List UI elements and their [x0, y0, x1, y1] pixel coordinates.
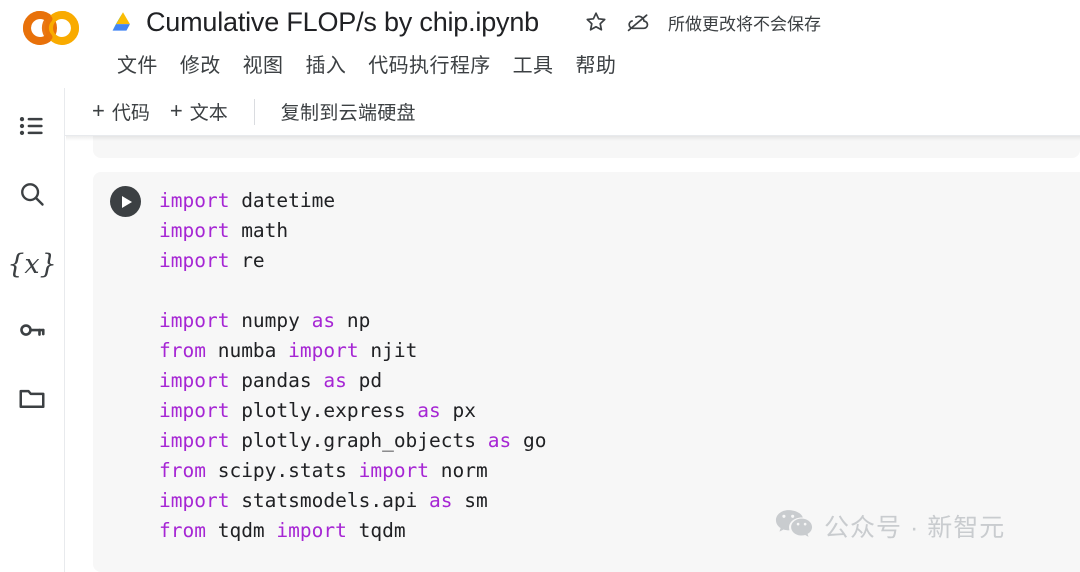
code-keyword: import	[159, 399, 229, 422]
code-keyword: as	[488, 429, 511, 452]
code-text: plotly.graph_objects	[229, 429, 487, 452]
code-editor[interactable]: import datetimeimport mathimport re impo…	[157, 172, 1080, 572]
code-cell[interactable]: import datetimeimport mathimport re impo…	[93, 172, 1080, 572]
code-text: math	[229, 219, 288, 242]
list-bullet-icon	[17, 111, 47, 146]
code-line: import re	[159, 246, 1080, 276]
menubar: 文件 修改 视图 插入 代码执行程序 工具 帮助	[106, 46, 627, 80]
folder-icon	[17, 383, 47, 418]
left-sidebar: {x}	[0, 88, 65, 572]
play-triangle	[122, 196, 132, 208]
code-keyword: import	[359, 459, 429, 482]
code-text: pd	[347, 369, 382, 392]
copy-to-drive-button[interactable]: 复制到云端硬盘	[271, 94, 426, 129]
code-cell-gutter	[93, 172, 157, 572]
code-keyword: as	[312, 309, 335, 332]
code-keyword: import	[159, 429, 229, 452]
code-text: datetime	[229, 189, 335, 212]
save-status-text: 所做更改将不会保存	[668, 10, 821, 35]
key-icon	[17, 315, 47, 350]
code-text: sm	[453, 489, 488, 512]
code-text: pandas	[229, 369, 323, 392]
menu-file[interactable]: 文件	[106, 47, 169, 80]
code-line: import plotly.express as px	[159, 396, 1080, 426]
sidebar-item-secrets[interactable]	[10, 310, 54, 354]
code-text: norm	[429, 459, 488, 482]
colab-logo-icon[interactable]	[18, 8, 84, 48]
colab-window: Cumulative FLOP/s by chip.ipynb 所做更改将不会保…	[0, 0, 1080, 572]
code-keyword: import	[159, 249, 229, 272]
sidebar-item-files[interactable]	[10, 378, 54, 422]
sidebar-item-variables[interactable]: {x}	[10, 242, 54, 286]
code-text: re	[229, 249, 264, 272]
header-actions: 所做更改将不会保存	[582, 4, 821, 40]
menu-insert[interactable]: 插入	[294, 47, 357, 80]
app-header: Cumulative FLOP/s by chip.ipynb 所做更改将不会保…	[0, 0, 1080, 88]
code-text: plotly.express	[229, 399, 417, 422]
code-text: go	[511, 429, 546, 452]
document-title-row[interactable]: Cumulative FLOP/s by chip.ipynb	[110, 2, 539, 42]
code-line: import numpy as np	[159, 306, 1080, 336]
page-title: Cumulative FLOP/s by chip.ipynb	[146, 7, 539, 38]
code-line: from tqdm import tqdm	[159, 516, 1080, 546]
code-keyword: as	[417, 399, 440, 422]
add-text-cell-label: 文本	[190, 98, 228, 125]
variables-braces-x-icon: {x}	[7, 251, 57, 278]
code-keyword: import	[288, 339, 358, 362]
code-line: import statsmodels.api as sm	[159, 486, 1080, 516]
code-keyword: import	[159, 219, 229, 242]
code-line: import pandas as pd	[159, 366, 1080, 396]
code-keyword: from	[159, 519, 206, 542]
play-circle-icon[interactable]	[110, 186, 141, 217]
code-line: from numba import njit	[159, 336, 1080, 366]
code-keyword: import	[159, 309, 229, 332]
code-text: scipy.stats	[206, 459, 359, 482]
code-line: import plotly.graph_objects as go	[159, 426, 1080, 456]
code-text: np	[335, 309, 370, 332]
code-line: import datetime	[159, 186, 1080, 216]
partial-cell-above[interactable]	[93, 136, 1080, 158]
star-outline-icon[interactable]	[582, 8, 610, 36]
code-text: tqdm	[206, 519, 276, 542]
menu-edit[interactable]: 修改	[169, 47, 232, 80]
code-text: px	[441, 399, 476, 422]
menu-help[interactable]: 帮助	[564, 47, 627, 80]
code-keyword: import	[159, 489, 229, 512]
code-text: tqdm	[347, 519, 406, 542]
code-keyword: import	[276, 519, 346, 542]
menu-runtime[interactable]: 代码执行程序	[357, 47, 501, 80]
menu-tools[interactable]: 工具	[502, 47, 565, 80]
code-line: from scipy.stats import norm	[159, 456, 1080, 486]
add-code-cell-label: 代码	[112, 98, 150, 125]
code-keyword: import	[159, 369, 229, 392]
cloud-off-icon[interactable]	[624, 8, 652, 36]
code-text: numba	[206, 339, 288, 362]
code-keyword: from	[159, 459, 206, 482]
sidebar-item-search[interactable]	[10, 174, 54, 218]
code-text: njit	[359, 339, 418, 362]
plus-icon: +	[92, 100, 105, 122]
toolbar-divider	[254, 99, 255, 125]
code-keyword: import	[159, 189, 229, 212]
code-keyword: as	[429, 489, 452, 512]
code-line	[159, 276, 1080, 306]
add-text-cell-button[interactable]: + 文本	[160, 94, 238, 129]
notebook-scroll-area[interactable]: import datetimeimport mathimport re impo…	[66, 136, 1080, 572]
code-text: statsmodels.api	[229, 489, 429, 512]
code-text: numpy	[229, 309, 311, 332]
code-line: import math	[159, 216, 1080, 246]
sidebar-item-table-of-contents[interactable]	[10, 106, 54, 150]
code-keyword: from	[159, 339, 206, 362]
search-icon	[17, 179, 47, 214]
code-keyword: as	[323, 369, 346, 392]
menu-view[interactable]: 视图	[232, 47, 295, 80]
google-drive-icon	[110, 10, 136, 34]
add-code-cell-button[interactable]: + 代码	[82, 94, 160, 129]
notebook-toolbar: + 代码 + 文本 复制到云端硬盘	[0, 88, 1080, 136]
plus-icon: +	[170, 100, 183, 122]
